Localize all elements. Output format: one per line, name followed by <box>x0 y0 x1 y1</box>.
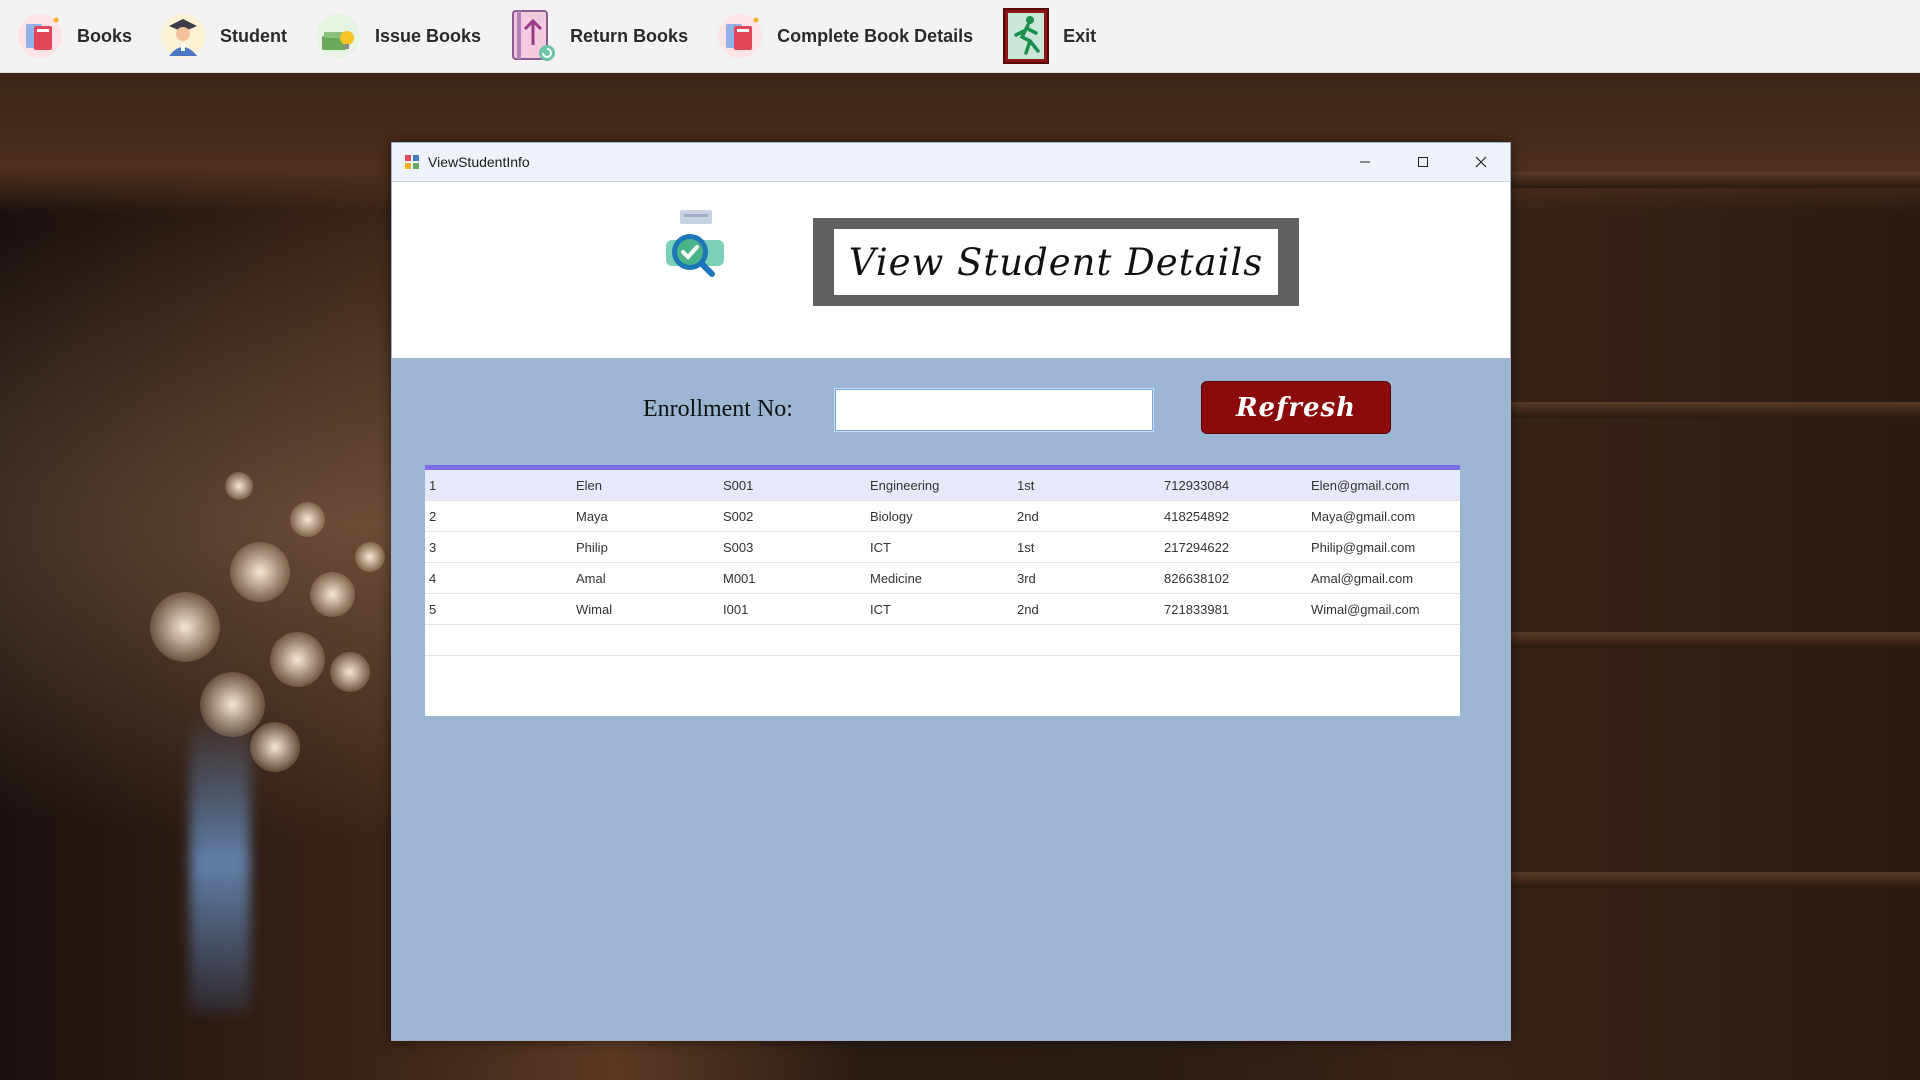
table-cell: ICT <box>870 601 891 617</box>
table-cell: Engineering <box>870 477 940 493</box>
table-cell: 4 <box>429 570 437 586</box>
table-row[interactable]: 1 Elen S001 Engineering 1st 712933084 Elen@gma… <box>425 470 1460 501</box>
main-toolbar: Books Student Issue Books Return Books C… <box>0 0 1920 73</box>
table-row[interactable]: 3 Philip S003 ICT 1st 217294622 Philip@gmail.c… <box>425 532 1460 563</box>
table-cell: 1st <box>1017 477 1035 493</box>
student-icon <box>158 11 208 61</box>
table-cell: 721833981 <box>1164 601 1230 617</box>
toolbar-return-books-label: Return Books <box>570 25 689 46</box>
maximize-icon <box>1418 157 1428 167</box>
table-cell: 3 <box>429 539 437 555</box>
toolbar-return-books-button[interactable]: Return Books <box>508 0 688 72</box>
minimize-icon <box>1360 161 1370 163</box>
toolbar-student-label: Student <box>220 25 288 46</box>
refresh-button[interactable]: Refresh <box>1201 381 1391 434</box>
table-cell: Amal@gmail.com <box>1311 570 1414 586</box>
table-cell: 1 <box>429 477 437 493</box>
window-title: ViewStudentInfo <box>428 154 530 170</box>
page-title: View Student Details <box>848 240 1264 284</box>
table-cell: 5 <box>429 601 437 617</box>
table-cell: ICT <box>870 539 891 555</box>
table-row[interactable]: 2 Maya S002 Biology 2nd 418254892 Maya@gmail.c… <box>425 501 1460 532</box>
toolbar-student-button[interactable]: Student <box>158 0 287 72</box>
books-icon <box>15 11 65 61</box>
table-cell: 712933084 <box>1164 477 1230 493</box>
table-cell: 2 <box>429 508 437 524</box>
exit-icon <box>1001 8 1051 64</box>
table-cell: Biology <box>870 508 913 524</box>
search-student-icon <box>664 206 726 280</box>
table-cell: I001 <box>723 601 749 617</box>
table-cell: 217294622 <box>1164 539 1230 555</box>
toolbar-issue-books-label: Issue Books <box>375 25 482 46</box>
toolbar-books-button[interactable]: Books <box>15 0 132 72</box>
toolbar-complete-book-details-button[interactable]: Complete Book Details <box>715 0 973 72</box>
page-title-banner: View Student Details <box>813 218 1299 306</box>
view-student-info-window: ViewStudentInfo View Student Details Enr… <box>391 142 1511 1041</box>
enrollment-input[interactable] <box>834 388 1154 432</box>
table-cell: Amal <box>576 570 606 586</box>
table-cell: Maya <box>576 508 608 524</box>
student-grid[interactable]: 1 Elen S001 Engineering 1st 712933084 Elen@gma… <box>425 465 1460 716</box>
table-cell: S002 <box>723 508 754 524</box>
close-button[interactable] <box>1452 143 1510 181</box>
table-cell: 826638102 <box>1164 570 1230 586</box>
app-icon <box>404 154 420 170</box>
table-cell: Elen@gmail.com <box>1311 477 1410 493</box>
table-row[interactable]: 5 Wimal I001 ICT 2nd 721833981 Wimal@gmail.com <box>425 594 1460 625</box>
table-cell: Philip@gmail.com <box>1311 539 1416 555</box>
table-cell: Elen <box>576 477 603 493</box>
toolbar-exit-button[interactable]: Exit <box>1001 0 1096 72</box>
table-cell: S003 <box>723 539 754 555</box>
table-cell: 2nd <box>1017 601 1039 617</box>
issue-books-icon <box>313 11 363 61</box>
book-details-icon <box>715 11 765 61</box>
table-cell: 418254892 <box>1164 508 1230 524</box>
table-cell: Wimal <box>576 601 613 617</box>
table-cell: M001 <box>723 570 756 586</box>
toolbar-books-label: Books <box>77 25 133 46</box>
table-cell: 2nd <box>1017 508 1039 524</box>
toolbar-complete-book-details-label: Complete Book Details <box>777 25 974 46</box>
minimize-button[interactable] <box>1336 143 1394 181</box>
toolbar-exit-label: Exit <box>1063 25 1097 46</box>
close-icon <box>1475 156 1487 168</box>
table-cell: Wimal@gmail.com <box>1311 601 1420 617</box>
table-cell: Philip <box>576 539 608 555</box>
table-cell: Maya@gmail.com <box>1311 508 1416 524</box>
table-row[interactable]: 4 Amal M001 Medicine 3rd 826638102 Amal@gmail.… <box>425 563 1460 594</box>
table-cell: S001 <box>723 477 754 493</box>
window-titlebar[interactable]: ViewStudentInfo <box>392 143 1510 182</box>
grid-new-row[interactable] <box>425 625 1460 656</box>
enrollment-label: Enrollment No: <box>643 396 793 422</box>
maximize-button[interactable] <box>1394 143 1452 181</box>
table-cell: 3rd <box>1017 570 1036 586</box>
table-cell: 1st <box>1017 539 1035 555</box>
return-books-icon <box>508 10 558 61</box>
table-cell: Medicine <box>870 570 923 586</box>
toolbar-issue-books-button[interactable]: Issue Books <box>313 0 481 72</box>
